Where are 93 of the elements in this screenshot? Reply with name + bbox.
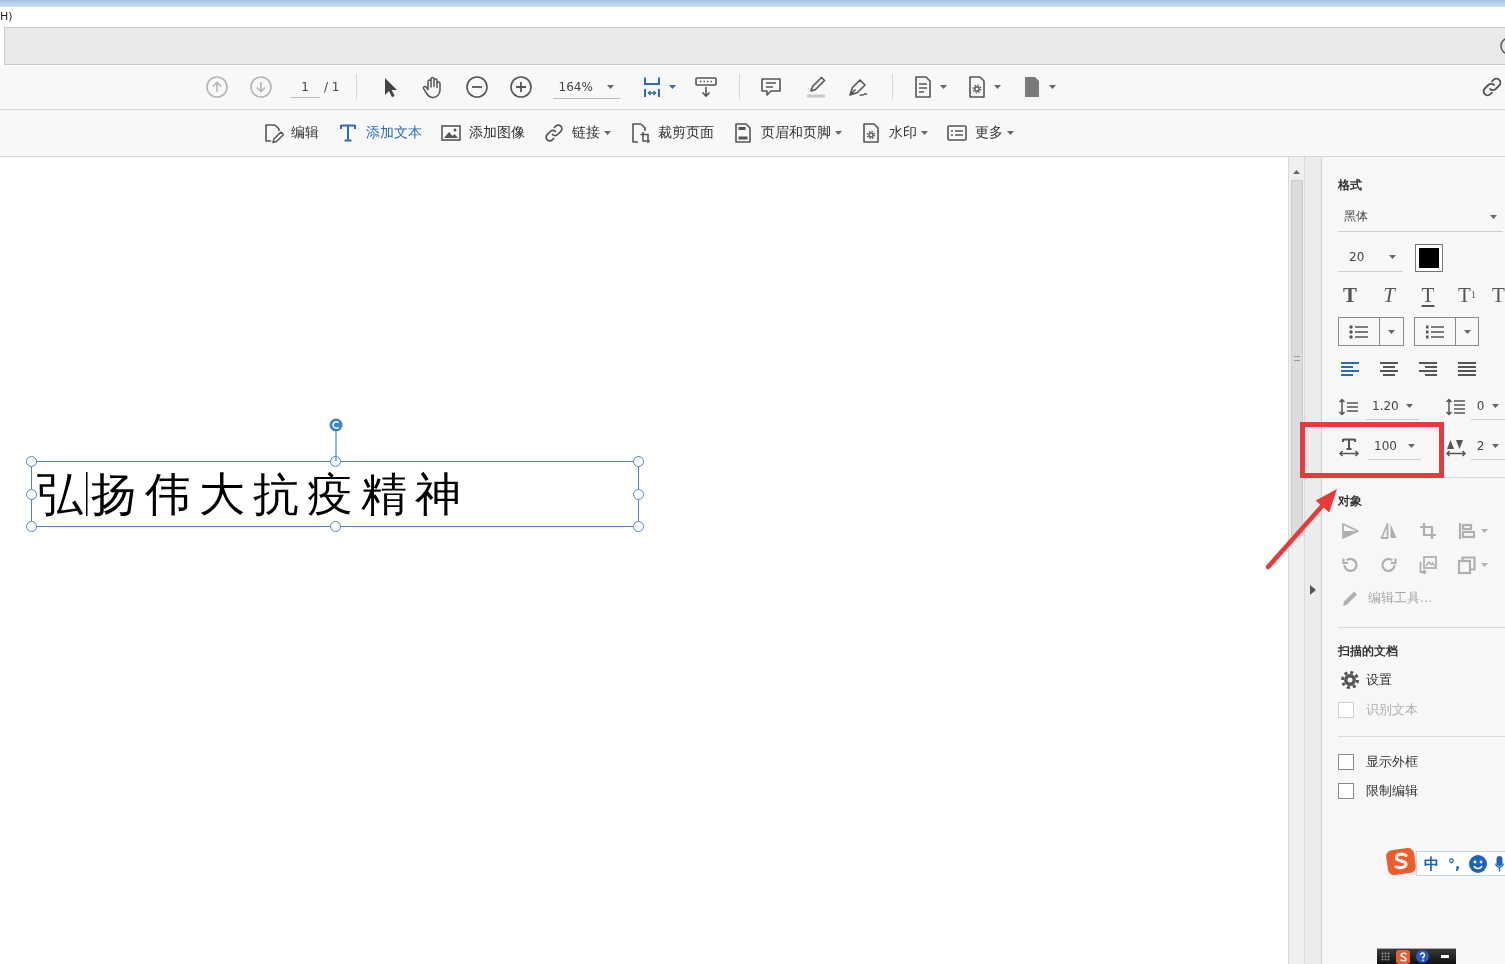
caret-icon[interactable]: [1388, 329, 1395, 334]
paragraph-spacing-icon: [1444, 396, 1467, 417]
bullet-list-icon: [1348, 323, 1370, 340]
resize-handle[interactable]: [26, 521, 37, 532]
resize-handle[interactable]: [633, 521, 644, 532]
superscript-button[interactable]: T$^{1}$: [1455, 283, 1479, 307]
caret-icon[interactable]: [835, 131, 842, 135]
caret-icon[interactable]: [939, 85, 947, 89]
section-title: 对象: [1338, 493, 1363, 509]
text-tool-icon: [337, 122, 359, 144]
settings-icon: [1340, 670, 1360, 690]
comment-icon[interactable]: [758, 75, 783, 99]
scrollbar-thumb[interactable]: [1290, 180, 1303, 536]
bold-button[interactable]: T: [1338, 283, 1362, 307]
help-icon[interactable]: [1416, 950, 1429, 963]
caret-icon[interactable]: [1492, 444, 1499, 448]
rotate-handle[interactable]: [328, 418, 343, 461]
caret-icon[interactable]: [1048, 85, 1056, 89]
bullet-list-button[interactable]: [1338, 317, 1404, 346]
align-left-icon[interactable]: [1340, 361, 1360, 377]
header-footer-button[interactable]: 页眉和页脚: [732, 118, 842, 148]
resize-handle[interactable]: [329, 521, 341, 532]
checkbox-label[interactable]: 限制编辑: [1366, 782, 1418, 800]
caret-icon[interactable]: [668, 85, 676, 89]
caret-icon[interactable]: [1492, 404, 1499, 408]
subscript-button[interactable]: T: [1492, 283, 1505, 307]
horizontal-scale-dropdown[interactable]: 100: [1368, 433, 1421, 460]
more-button[interactable]: 更多: [946, 118, 1014, 148]
zoom-dropdown[interactable]: 164%: [552, 75, 620, 99]
resize-handle[interactable]: [26, 456, 37, 467]
caret-icon[interactable]: [1389, 255, 1396, 259]
zoom-out-icon[interactable]: [464, 75, 489, 99]
section-title: 格式: [1338, 177, 1363, 193]
image-icon: [440, 122, 462, 144]
caret-icon[interactable]: [921, 131, 928, 135]
document-gear-icon: [860, 122, 882, 144]
input-mode-toggle[interactable]: 中: [1424, 854, 1439, 873]
settings-button[interactable]: 设置: [1340, 670, 1392, 690]
list-icon: [946, 122, 968, 144]
microphone-icon[interactable]: [1495, 855, 1505, 872]
scroll-mode-icon[interactable]: [693, 75, 718, 99]
checkbox[interactable]: [1338, 783, 1354, 799]
crop-icon: [629, 122, 651, 144]
align-right-icon[interactable]: [1418, 361, 1438, 377]
document-pencil-icon: [262, 122, 284, 144]
page-number-field[interactable]: 1: [290, 76, 320, 98]
right-triangle-icon[interactable]: [1310, 585, 1316, 595]
line-spacing-icon: [1338, 396, 1360, 417]
italic-button[interactable]: T: [1377, 283, 1401, 307]
paragraph-spacing-dropdown[interactable]: 0: [1470, 393, 1505, 420]
checkbox-label[interactable]: 显示外框: [1366, 753, 1418, 771]
resize-handle[interactable]: [329, 456, 341, 467]
link-icon[interactable]: [1480, 75, 1504, 99]
numbered-list-button[interactable]: [1414, 317, 1479, 346]
resize-handle[interactable]: [26, 488, 37, 500]
ime-logo-icon[interactable]: [1396, 949, 1410, 964]
grip-icon[interactable]: [1381, 952, 1390, 961]
caret-icon[interactable]: [1490, 214, 1497, 219]
caret-icon[interactable]: [1463, 329, 1471, 334]
checkbox[interactable]: [1338, 754, 1354, 770]
caret-icon[interactable]: [993, 85, 1001, 89]
caret-icon[interactable]: [604, 131, 611, 135]
line-spacing-dropdown[interactable]: 1.20: [1366, 393, 1419, 420]
page-count: / 1: [324, 80, 340, 94]
character-spacing-dropdown[interactable]: 2: [1470, 433, 1505, 460]
caret-icon[interactable]: [1405, 404, 1413, 408]
add-image-button[interactable]: 添加图像: [440, 118, 525, 148]
caret-icon[interactable]: [1407, 444, 1415, 448]
link-icon: [543, 122, 565, 144]
caret-icon[interactable]: [1007, 131, 1014, 135]
section-title: 扫描的文档: [1338, 643, 1399, 659]
resize-handle[interactable]: [633, 456, 644, 467]
link-button[interactable]: 链接: [543, 118, 611, 148]
zoom-in-icon[interactable]: [508, 75, 533, 99]
underline-button[interactable]: T: [1416, 283, 1440, 307]
horizontal-scale-icon: [1338, 436, 1360, 457]
caret-icon[interactable]: [606, 84, 614, 89]
align-center-icon[interactable]: [1379, 361, 1399, 377]
menu-item[interactable]: H): [0, 10, 13, 24]
up-arrow-icon[interactable]: [1293, 170, 1300, 174]
emoji-icon[interactable]: [1469, 854, 1488, 873]
font-dropdown[interactable]: 黑体: [1338, 202, 1503, 232]
crop-pages-button[interactable]: 裁剪页面: [629, 118, 714, 148]
punctuation-toggle[interactable]: °,: [1448, 854, 1461, 873]
document-icon: [732, 122, 754, 144]
font-size-dropdown[interactable]: 20: [1338, 243, 1403, 272]
watermark-button[interactable]: 水印: [860, 118, 928, 148]
add-text-button[interactable]: 添加文本: [337, 118, 422, 148]
edit-button[interactable]: 编辑: [262, 118, 319, 148]
justify-icon[interactable]: [1457, 361, 1477, 377]
text-box[interactable]: 弘扬伟大抗疫精神: [31, 461, 639, 527]
resize-handle[interactable]: [633, 488, 644, 500]
numbered-list-icon: [1424, 323, 1446, 340]
